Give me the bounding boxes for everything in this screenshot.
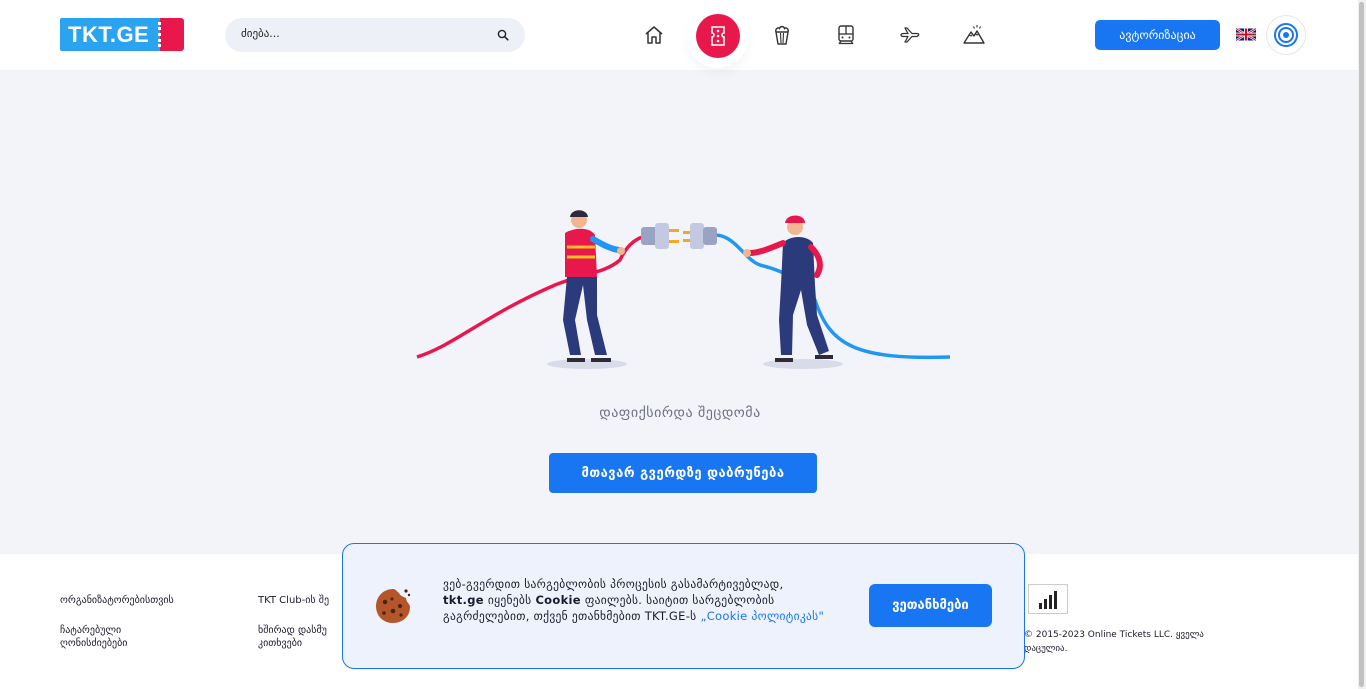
back-to-home-button[interactable]: მთავარ გვერდზე დაბრუნება bbox=[549, 453, 817, 493]
cookie-word: Cookie bbox=[535, 593, 581, 607]
nav-flights[interactable] bbox=[895, 20, 925, 50]
tkt-logo[interactable]: TKT.GE bbox=[60, 18, 184, 51]
popcorn-icon bbox=[775, 25, 789, 45]
cookie-text-part2: იყენებს bbox=[487, 593, 532, 607]
accessibility-icon bbox=[1274, 23, 1298, 47]
cookie-message: ვებ-გვერდით სარგებლობის პროცესის გასამარ… bbox=[443, 576, 843, 624]
cookie-text-part1: ვებ-გვერდით სარგებლობის პროცესის გასამარ… bbox=[443, 577, 784, 591]
accessibility-button[interactable] bbox=[1266, 15, 1306, 55]
airplane-icon bbox=[900, 27, 920, 43]
cookie-icon bbox=[376, 589, 411, 623]
auth-button[interactable]: ავტორიზაცია bbox=[1095, 20, 1220, 50]
nav-cinema[interactable] bbox=[767, 20, 797, 50]
disconnected-plug-illustration bbox=[416, 210, 951, 369]
stats-counter-badge[interactable] bbox=[1028, 584, 1068, 614]
mountain-icon bbox=[963, 25, 985, 44]
nav-train[interactable] bbox=[831, 20, 861, 50]
nav-events[interactable] bbox=[696, 14, 740, 58]
header: TKT.GE ძიება... ავტორიზაცია bbox=[0, 0, 1358, 70]
footer-link-organizers[interactable]: ორგანიზატორებისთვის bbox=[60, 594, 174, 607]
logo-text: TKT.GE bbox=[60, 18, 160, 51]
search-box bbox=[225, 18, 525, 52]
error-message: დაფიქსირდა შეცდომა bbox=[599, 405, 761, 421]
gb-flag-icon[interactable] bbox=[1236, 28, 1256, 41]
nav-home[interactable] bbox=[639, 20, 669, 50]
footer-link-past-events[interactable]: ჩატარებული ღონისძიებები bbox=[60, 624, 170, 650]
ticket-icon bbox=[711, 26, 725, 46]
scrollbar[interactable] bbox=[1358, 0, 1366, 689]
logo-ticket-tab bbox=[158, 18, 184, 51]
cookie-policy-link[interactable]: „Cookie პოლიტიკას" bbox=[700, 609, 824, 623]
copyright-text: © 2015-2023 Online Tickets LLC. ყველა და… bbox=[1024, 630, 1204, 654]
home-icon bbox=[645, 26, 663, 44]
footer-link-tkt-club[interactable]: TKT Club-ის შე bbox=[258, 594, 329, 607]
cookie-banner: ვებ-გვერდით სარგებლობის პროცესის გასამარ… bbox=[342, 543, 1025, 669]
search-icon[interactable] bbox=[497, 29, 509, 41]
scrollbar-thumb[interactable] bbox=[1359, 2, 1364, 687]
cookie-site-name: tkt.ge bbox=[443, 593, 484, 607]
nav-tours[interactable] bbox=[959, 20, 989, 50]
cookie-agree-button[interactable]: ვეთანხმები bbox=[869, 584, 992, 627]
train-icon bbox=[838, 25, 854, 45]
search-input[interactable] bbox=[241, 27, 481, 40]
bar-chart-icon bbox=[1039, 591, 1057, 609]
footer-link-faq[interactable]: ხშირად დასმუ კითხვები bbox=[258, 624, 348, 650]
